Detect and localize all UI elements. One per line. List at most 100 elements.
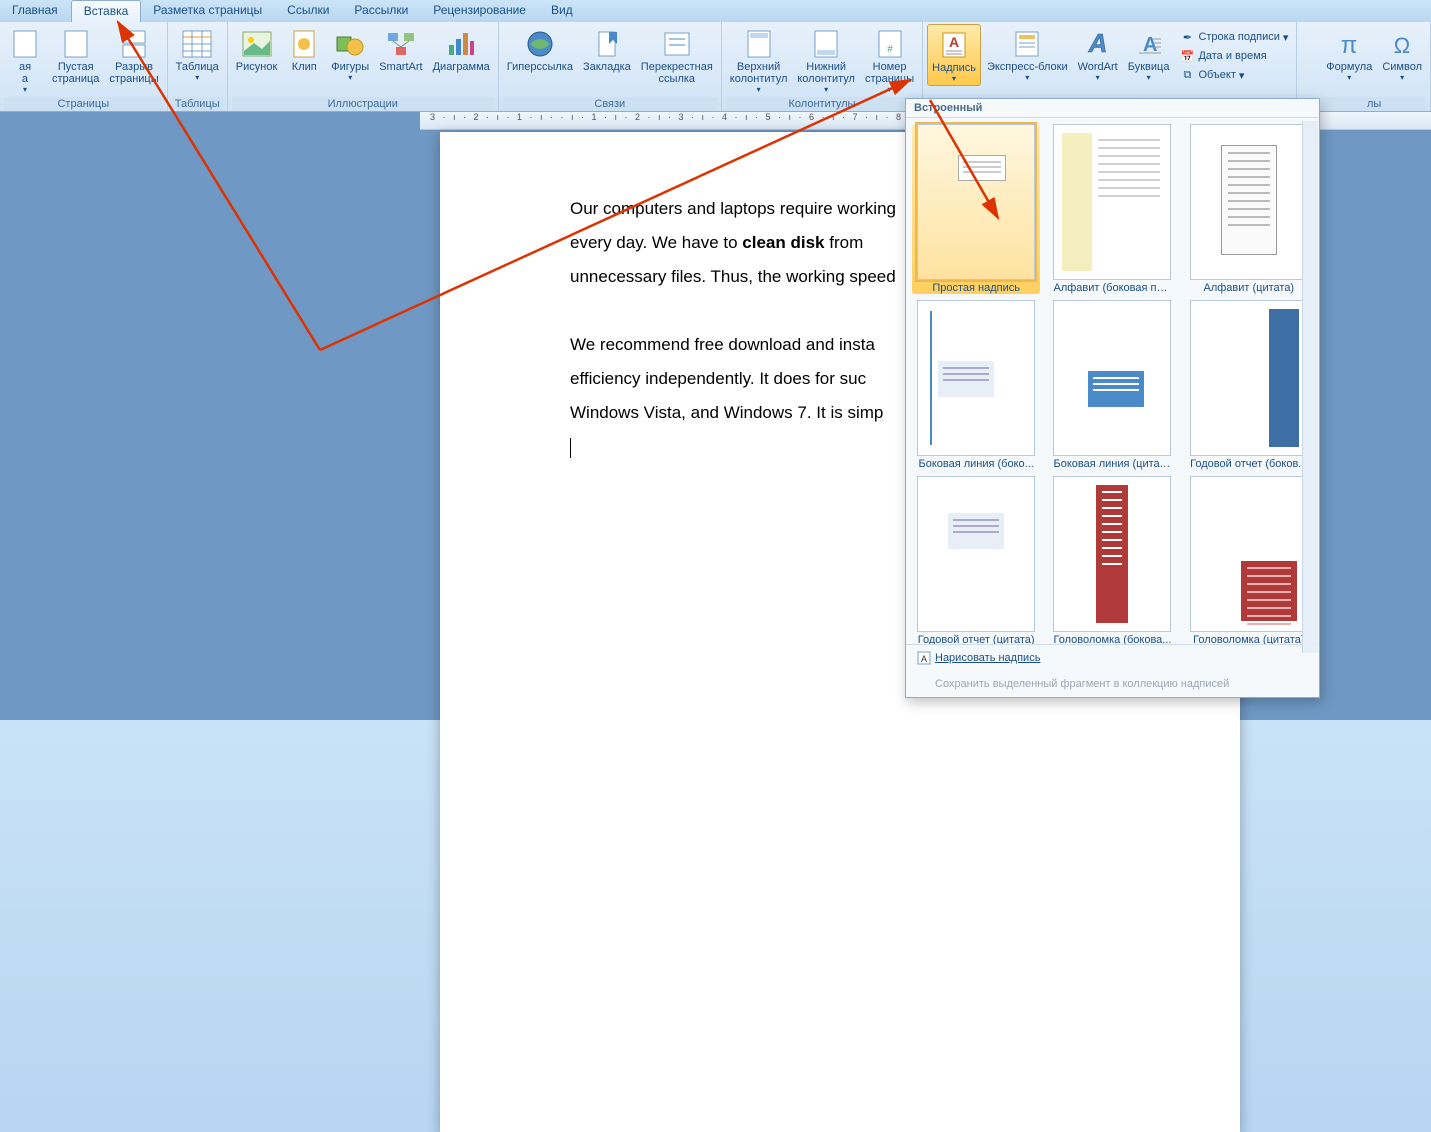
- svg-text:#: #: [887, 44, 893, 55]
- tab-view[interactable]: Вид: [539, 0, 586, 22]
- wordart-icon: A: [1082, 28, 1114, 60]
- quickparts-button[interactable]: Экспресс-блоки▾: [983, 24, 1072, 84]
- gallery-thumb: [1053, 300, 1171, 456]
- save-icon: [916, 676, 932, 692]
- gallery-thumb: [917, 124, 1035, 280]
- group-label: Страницы: [4, 97, 163, 111]
- object-icon: ⧉: [1179, 67, 1195, 83]
- text-cursor: [570, 438, 571, 458]
- blank-page-icon: [60, 28, 92, 60]
- header-button[interactable]: Верхний колонтитул▾: [726, 24, 792, 96]
- tab-home[interactable]: Главная: [0, 0, 71, 22]
- signature-line-button[interactable]: ✒Строка подписи▾: [1175, 28, 1292, 46]
- gallery-thumb: [1190, 300, 1308, 456]
- draw-textbox-menuitem[interactable]: AНарисовать надпись: [906, 645, 1319, 671]
- chart-icon: [445, 28, 477, 60]
- hyperlink-button[interactable]: Гиперссылка: [503, 24, 577, 75]
- group-label: Связи: [503, 97, 717, 111]
- gallery-item[interactable]: Простая надпись: [912, 124, 1040, 294]
- gallery-caption: Годовой отчет (цитата): [917, 634, 1035, 644]
- gallery-caption: Боковая линия (цитата): [1053, 458, 1171, 470]
- gallery-caption: Простая надпись: [917, 282, 1035, 294]
- page-icon: [9, 28, 41, 60]
- picture-button[interactable]: Рисунок: [232, 24, 282, 75]
- gallery-caption: Алфавит (боковая по...: [1053, 282, 1171, 294]
- pagenum-button[interactable]: #Номер страницы▾: [861, 24, 918, 96]
- clip-icon: [288, 28, 320, 60]
- tab-layout[interactable]: Разметка страницы: [141, 0, 275, 22]
- pagenum-icon: #: [874, 28, 906, 60]
- gallery-caption: Головоломка (цитата): [1190, 634, 1308, 644]
- omega-icon: Ω: [1386, 28, 1418, 60]
- header-icon: [743, 28, 775, 60]
- group-links: Гиперссылка Закладка Перекрестная ссылка…: [499, 22, 722, 111]
- gallery-item[interactable]: Годовой отчет (цитата): [912, 476, 1040, 644]
- equation-button[interactable]: πФормула▾: [1322, 24, 1376, 84]
- quickparts-icon: [1011, 28, 1043, 60]
- picture-icon: [241, 28, 273, 60]
- pi-icon: π: [1333, 28, 1365, 60]
- signature-icon: ✒: [1179, 29, 1195, 45]
- bookmark-icon: [591, 28, 623, 60]
- svg-text:Ω: Ω: [1394, 33, 1410, 57]
- smartart-icon: [385, 28, 417, 60]
- date-time-button[interactable]: 📅Дата и время: [1175, 47, 1292, 65]
- gallery-thumb: [1053, 476, 1171, 632]
- group-pages: ая а▾ Пустая страница Разрыв страницы Ст…: [0, 22, 168, 111]
- tab-review[interactable]: Рецензирование: [421, 0, 539, 22]
- gallery-item[interactable]: Алфавит (цитата): [1185, 124, 1313, 294]
- tab-insert[interactable]: Вставка: [71, 0, 142, 22]
- bookmark-button[interactable]: Закладка: [579, 24, 635, 75]
- group-label: Колонтитулы: [726, 97, 918, 111]
- symbol-button[interactable]: ΩСимвол▾: [1378, 24, 1426, 84]
- gallery-item[interactable]: Боковая линия (боко...: [912, 300, 1040, 470]
- shapes-icon: [334, 28, 366, 60]
- smartart-button[interactable]: SmartArt: [375, 24, 426, 75]
- textbox-button[interactable]: AНадпись▾: [927, 24, 981, 86]
- gallery-grid[interactable]: Простая надпись Алфавит (боковая по... Алф…: [906, 118, 1319, 644]
- textbox-draw-icon: A: [916, 650, 932, 666]
- blank-page-button[interactable]: Пустая страница: [48, 24, 103, 87]
- gallery-thumb: [917, 476, 1035, 632]
- svg-text:A: A: [921, 654, 927, 664]
- tab-refs[interactable]: Ссылки: [275, 0, 342, 22]
- save-selection-menuitem: Сохранить выделенный фрагмент в коллекци…: [906, 671, 1319, 697]
- gallery-thumb: [1190, 476, 1308, 632]
- gallery-thumb: [1190, 124, 1308, 280]
- svg-text:A: A: [1087, 30, 1107, 58]
- dropcap-icon: A: [1133, 28, 1165, 60]
- gallery-item[interactable]: Боковая линия (цитата): [1048, 300, 1176, 470]
- page-break-button[interactable]: Разрыв страницы: [105, 24, 162, 87]
- tab-mailings[interactable]: Рассылки: [342, 0, 421, 22]
- textbox-icon: A: [938, 29, 970, 61]
- gallery-heading: Встроенный: [906, 99, 1319, 118]
- gallery-item[interactable]: Алфавит (боковая по...: [1048, 124, 1176, 294]
- globe-icon: [524, 28, 556, 60]
- gallery-caption: Годовой отчет (боков...: [1190, 458, 1308, 470]
- dropcap-button[interactable]: AБуквица▾: [1124, 24, 1174, 84]
- shapes-button[interactable]: Фигуры▾: [327, 24, 373, 84]
- crossref-button[interactable]: Перекрестная ссылка: [637, 24, 717, 87]
- object-button[interactable]: ⧉Объект▾: [1175, 66, 1292, 84]
- calendar-icon: 📅: [1179, 48, 1195, 64]
- group-illustrations: Рисунок Клип Фигуры▾ SmartArt Диаграмма …: [228, 22, 499, 111]
- cover-page-button[interactable]: ая а▾: [4, 24, 46, 96]
- svg-text:A: A: [949, 34, 959, 50]
- page-break-icon: [118, 28, 150, 60]
- footer-icon: [810, 28, 842, 60]
- wordart-button[interactable]: AWordArt▾: [1074, 24, 1122, 84]
- gallery-scrollbar[interactable]: [1302, 121, 1318, 653]
- table-button[interactable]: Таблица▾: [172, 24, 223, 84]
- gallery-item[interactable]: Головоломка (цитата): [1185, 476, 1313, 644]
- chart-button[interactable]: Диаграмма: [429, 24, 494, 75]
- group-label: Иллюстрации: [232, 97, 494, 111]
- textbox-gallery: Встроенный Простая надпись Алфавит (боков…: [905, 98, 1320, 698]
- group-symbols: πФормула▾ ΩСимвол▾ лы: [1318, 22, 1431, 111]
- gallery-item[interactable]: Головоломка (бокова...: [1048, 476, 1176, 644]
- gallery-item[interactable]: Годовой отчет (боков...: [1185, 300, 1313, 470]
- crossref-icon: [661, 28, 693, 60]
- clip-button[interactable]: Клип: [283, 24, 325, 75]
- gallery-caption: Головоломка (бокова...: [1053, 634, 1171, 644]
- svg-text:π: π: [1341, 32, 1358, 57]
- footer-button[interactable]: Нижний колонтитул▾: [793, 24, 859, 96]
